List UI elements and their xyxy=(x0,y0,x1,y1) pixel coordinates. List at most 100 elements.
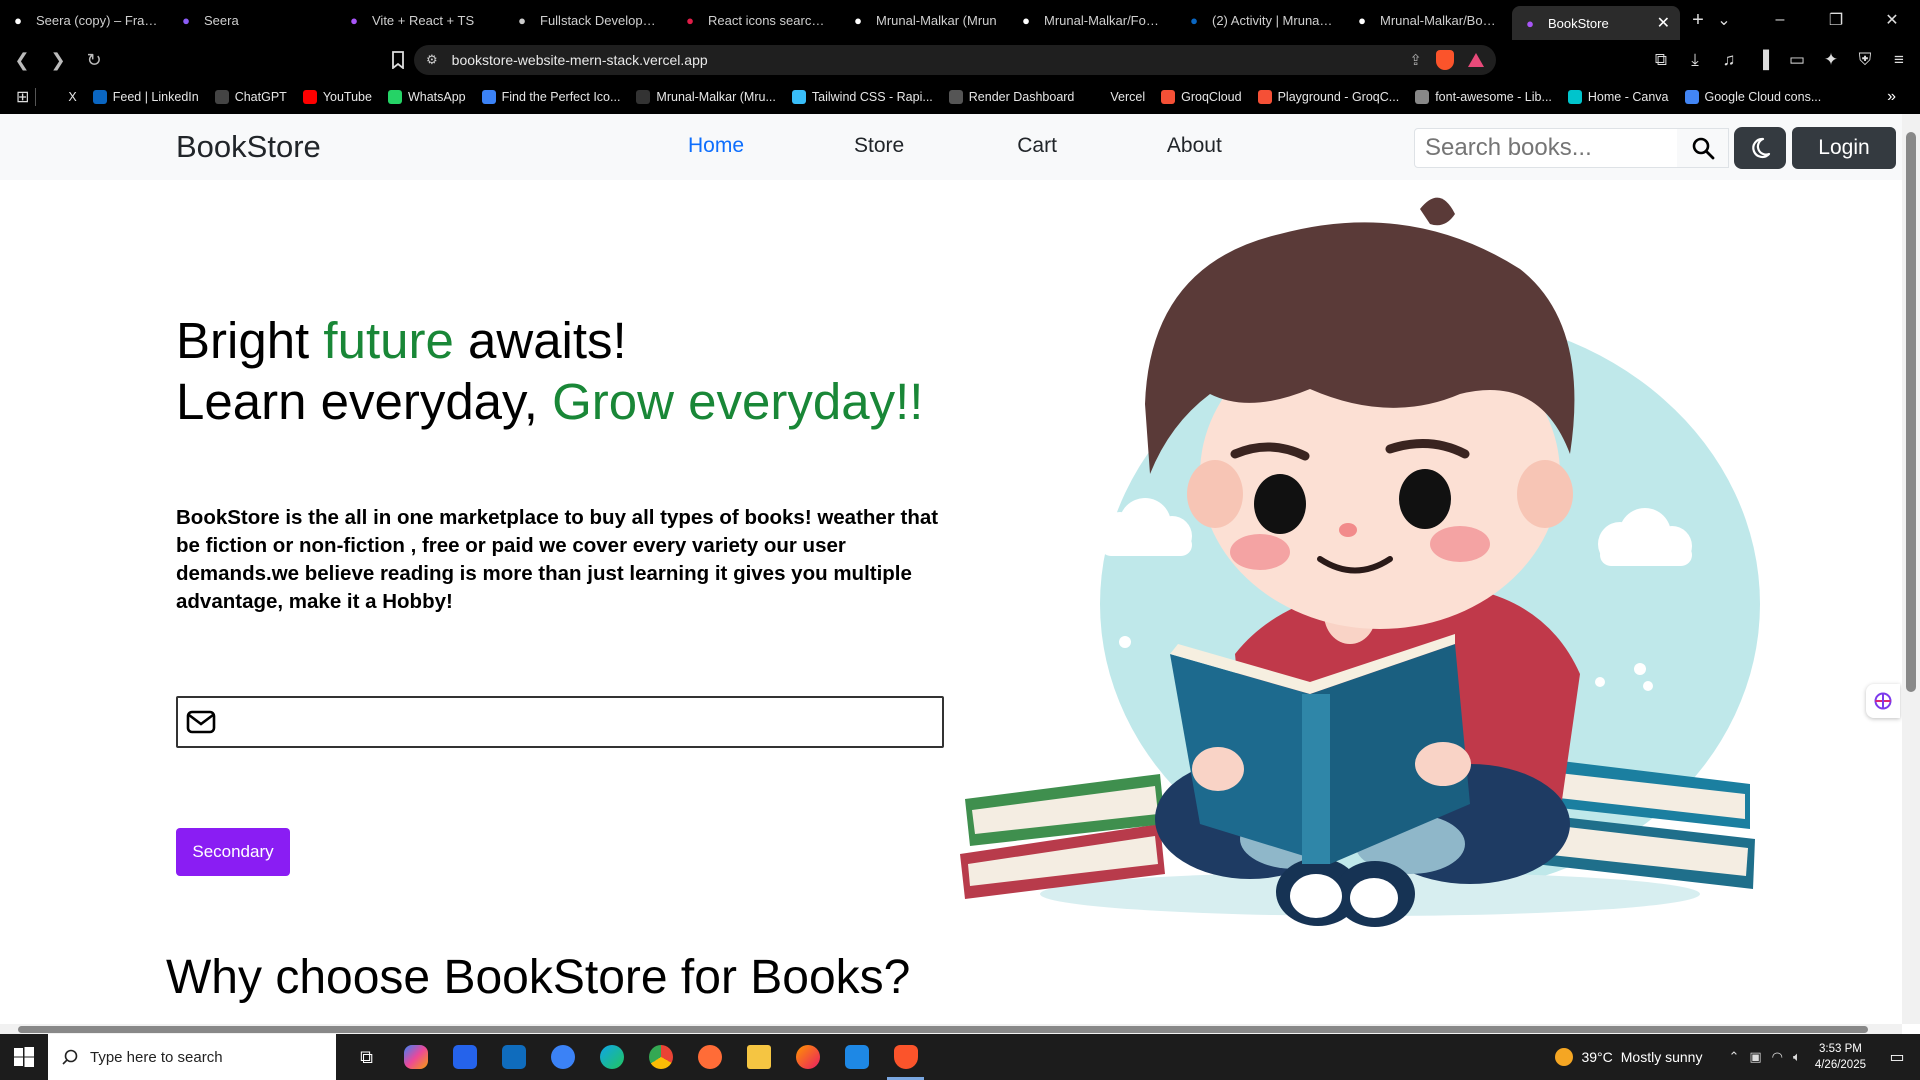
site-brand[interactable]: BookStore xyxy=(176,129,321,165)
bookmark-item[interactable]: X xyxy=(42,90,82,104)
wallet-icon[interactable]: ▭ xyxy=(1786,50,1808,70)
bookmark-item[interactable]: Vercel xyxy=(1084,90,1151,104)
browser-tab[interactable]: ● (2) Activity | Mrunal M xyxy=(1176,0,1344,40)
downloads-icon[interactable]: ⤓ xyxy=(1684,50,1706,70)
chrome-icon[interactable] xyxy=(636,1034,685,1080)
clock[interactable]: 3:53 PM 4/26/2025 xyxy=(1815,1041,1866,1073)
back-button[interactable]: ❮ xyxy=(8,46,36,74)
react-icons-icon: ● xyxy=(686,12,694,28)
restore-button[interactable]: ❐ xyxy=(1808,10,1864,30)
edge-icon[interactable] xyxy=(587,1034,636,1080)
code-icon xyxy=(1415,90,1430,104)
horizontal-scrollbar[interactable] xyxy=(0,1024,1902,1034)
brave-shields-icon[interactable] xyxy=(1436,50,1454,70)
browser-tab[interactable]: ● Fullstack Developer To xyxy=(504,0,672,40)
brave-taskbar-icon[interactable] xyxy=(881,1034,930,1080)
hero-heading: Bright future awaits! Learn everyday, Gr… xyxy=(176,310,923,432)
taskbar-search[interactable]: Type here to search xyxy=(48,1034,336,1080)
bookmark-item[interactable]: Mrunal-Malkar (Mru... xyxy=(630,90,781,104)
chevron-up-icon[interactable]: ⌃ xyxy=(1728,1049,1739,1065)
floating-extension-widget[interactable] xyxy=(1866,684,1900,718)
search-books-input[interactable] xyxy=(1414,128,1678,168)
clock-time: 3:53 PM xyxy=(1819,1043,1862,1055)
forward-button[interactable]: ❯ xyxy=(44,46,72,74)
share-icon[interactable]: ⇪ xyxy=(1409,51,1422,69)
bookmark-item[interactable]: Playground - GroqC... xyxy=(1252,90,1406,104)
url-bar[interactable]: ⚙ bookstore-website-mern-stack.vercel.ap… xyxy=(414,45,1496,75)
site-settings-icon[interactable]: ⚙ xyxy=(426,52,438,68)
reload-button[interactable]: ↻ xyxy=(80,46,108,74)
bookmark-item[interactable]: Google Cloud cons... xyxy=(1679,90,1828,104)
bookmark-item[interactable]: Feed | LinkedIn xyxy=(87,90,205,104)
browser-tab[interactable]: ● React icons search res xyxy=(672,0,840,40)
notifications-icon[interactable]: ▭ xyxy=(1882,1047,1912,1067)
nav-cart-link[interactable]: Cart xyxy=(1017,134,1057,158)
bookmark-item[interactable]: ChatGPT xyxy=(209,90,293,104)
vpn-icon[interactable]: ⛨ xyxy=(1854,50,1876,70)
outlook-icon[interactable] xyxy=(489,1034,538,1080)
browser-tab[interactable]: ● BookStore ✕ xyxy=(1512,6,1680,40)
vscode-icon[interactable] xyxy=(832,1034,881,1080)
browser-tab[interactable]: ● Mrunal-Malkar/Font-a xyxy=(1008,0,1176,40)
bookmark-item[interactable]: Tailwind CSS - Rapi... xyxy=(786,90,939,104)
app-blue-icon[interactable] xyxy=(538,1034,587,1080)
more-bookmarks-icon[interactable]: » xyxy=(1887,88,1896,106)
close-tab-icon[interactable]: ✕ xyxy=(1657,13,1670,33)
wifi-icon[interactable]: ◠ xyxy=(1772,1049,1783,1065)
brave-rewards-icon[interactable] xyxy=(1468,53,1484,67)
minimize-button[interactable]: – xyxy=(1752,11,1808,29)
nav-home-link[interactable]: Home xyxy=(688,134,744,158)
google-cloud-icon xyxy=(1684,90,1699,104)
vertical-scroll-thumb[interactable] xyxy=(1906,132,1916,692)
bookmark-item[interactable]: font-awesome - Lib... xyxy=(1409,90,1558,104)
menu-icon[interactable]: ≡ xyxy=(1888,50,1910,70)
browser-tab[interactable]: ● Seera (copy) – Framer xyxy=(0,0,168,40)
sidebar-icon[interactable]: ▐ xyxy=(1752,50,1774,70)
email-field[interactable] xyxy=(176,696,944,748)
nav-store-link[interactable]: Store xyxy=(854,134,904,158)
leo-ai-icon[interactable]: ✦ xyxy=(1820,50,1842,70)
bookmark-item[interactable]: GroqCloud xyxy=(1155,90,1247,104)
tab-search-icon[interactable]: ⌄ xyxy=(1696,10,1752,30)
horizontal-scroll-thumb[interactable] xyxy=(18,1026,1868,1033)
media-icon[interactable]: ♫ xyxy=(1718,50,1740,70)
browser-tab[interactable]: ● Seera xyxy=(168,0,336,40)
postman-icon[interactable] xyxy=(685,1034,734,1080)
framer-icon: ● xyxy=(14,12,22,28)
close-window-button[interactable]: ✕ xyxy=(1864,10,1920,30)
tab-title: Mrunal-Malkar/Font-a xyxy=(1044,12,1166,28)
search-button[interactable] xyxy=(1677,128,1729,168)
firefox-icon[interactable] xyxy=(783,1034,832,1080)
browser-tab[interactable]: ● Vite + React + TS xyxy=(336,0,504,40)
task-view-icon[interactable]: ⧉ xyxy=(342,1034,391,1080)
bookmark-page-icon[interactable] xyxy=(384,46,412,74)
file-explorer-icon[interactable] xyxy=(734,1034,783,1080)
vertical-scrollbar[interactable] xyxy=(1902,114,1920,1024)
weather-widget[interactable]: 39°C Mostly sunny xyxy=(1555,1048,1702,1066)
browser-tab[interactable]: ● Mrunal-Malkar/Books xyxy=(1344,0,1512,40)
copilot-icon[interactable] xyxy=(391,1034,440,1080)
extensions-icon[interactable]: ⧉ xyxy=(1650,50,1672,70)
bookmark-item[interactable]: Find the Perfect Ico... xyxy=(476,90,627,104)
secondary-button[interactable]: Secondary xyxy=(176,828,290,876)
bookmark-item[interactable]: WhatsApp xyxy=(382,90,472,104)
dark-mode-toggle[interactable] xyxy=(1734,127,1786,169)
windows-logo-icon xyxy=(14,1047,34,1067)
volume-icon[interactable]: 🔈︎ xyxy=(1793,1049,1801,1065)
github-icon xyxy=(636,90,651,104)
email-input[interactable] xyxy=(216,698,942,746)
url-text[interactable]: bookstore-website-mern-stack.vercel.app xyxy=(452,52,1410,68)
browser-tab[interactable]: ● Mrunal-Malkar (Mrun xyxy=(840,0,1008,40)
start-button[interactable] xyxy=(0,1034,48,1080)
bookmark-label: X xyxy=(68,90,77,104)
why-choose-heading: Why choose BookStore for Books? xyxy=(166,951,911,1004)
meet-now-icon[interactable]: ▣ xyxy=(1749,1049,1761,1065)
apps-grid-icon[interactable]: ⊞ xyxy=(16,87,29,107)
bookmark-item[interactable]: Home - Canva xyxy=(1562,90,1675,104)
bookmark-item[interactable]: Render Dashboard xyxy=(943,90,1081,104)
bookmark-item[interactable]: YouTube xyxy=(297,90,378,104)
login-button[interactable]: Login xyxy=(1792,127,1896,169)
nav-about-link[interactable]: About xyxy=(1167,134,1222,158)
tab-title: Seera (copy) – Framer xyxy=(36,12,158,28)
ms-store-icon[interactable] xyxy=(440,1034,489,1080)
